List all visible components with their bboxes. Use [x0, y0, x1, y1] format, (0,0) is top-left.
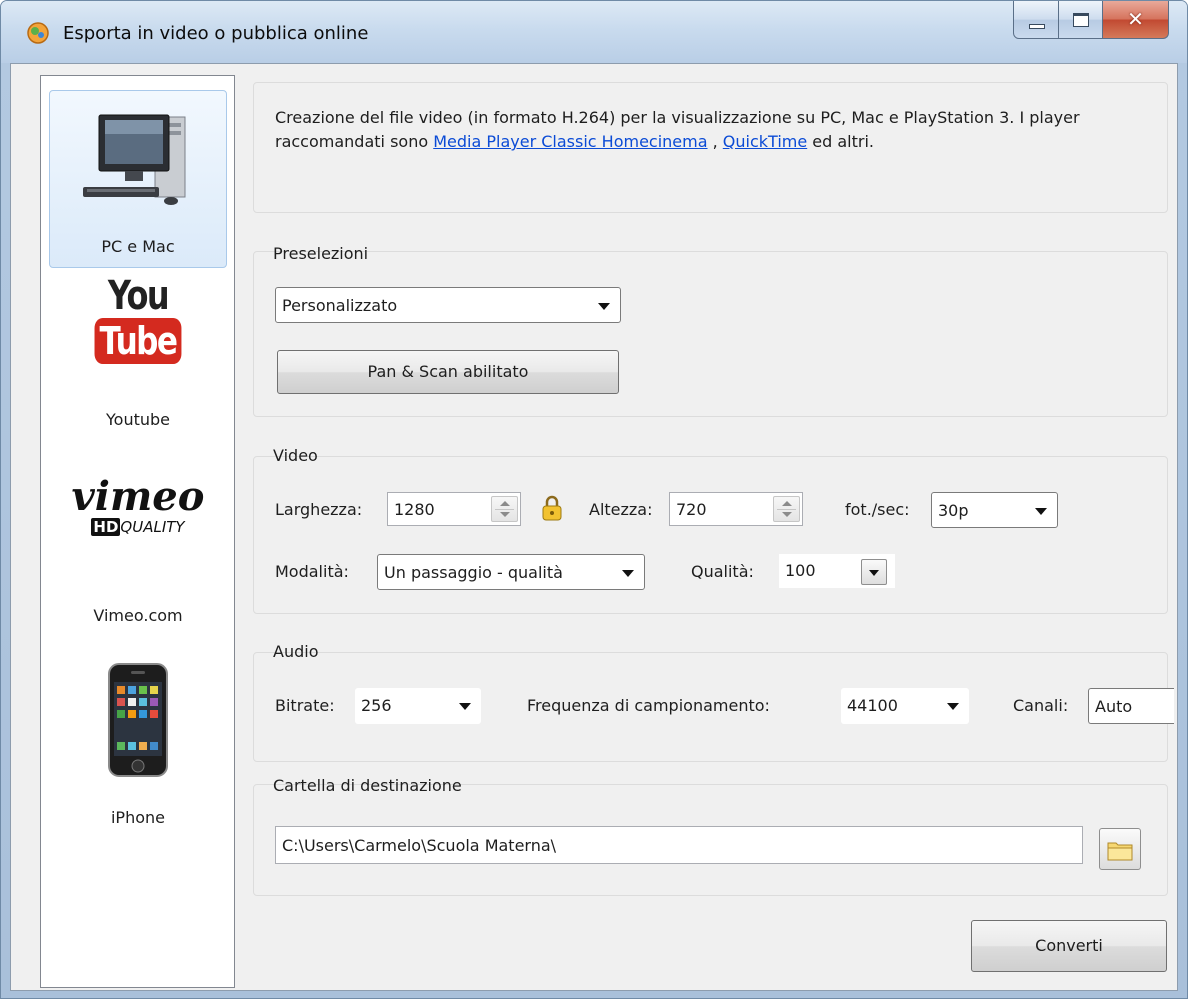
video-title: Video	[273, 446, 318, 465]
fps-value: 30p	[938, 501, 969, 520]
channels-value: Auto	[1095, 697, 1133, 716]
vimeo-logo: vimeo HD QUALITY	[49, 474, 227, 536]
chevron-down-icon	[598, 303, 610, 310]
window-title: Esporta in video o pubblica online	[63, 23, 369, 44]
preset-select[interactable]: Personalizzato	[275, 287, 621, 323]
height-label: Altezza:	[589, 500, 653, 519]
chevron-down-icon	[459, 703, 471, 710]
youtube-logo: You Tube	[49, 274, 227, 364]
title-bar[interactable]: Esporta in video o pubblica online ✕	[1, 1, 1187, 63]
height-value: 720	[676, 500, 707, 519]
link-media-player-classic[interactable]: Media Player Classic Homecinema	[433, 132, 707, 151]
description-sep: ,	[707, 132, 718, 151]
target-vimeo[interactable]: vimeo HD QUALITY Vimeo.com	[49, 472, 227, 652]
dialog-body: PC e Mac You Tube Youtube vimeo HD QUALIT…	[10, 63, 1178, 991]
preset-select-value: Personalizzato	[282, 296, 398, 315]
width-spin-buttons[interactable]	[491, 496, 518, 522]
folder-icon	[1107, 842, 1133, 861]
spin-up-icon	[782, 501, 792, 506]
convert-button[interactable]: Converti	[971, 920, 1167, 972]
target-label: PC e Mac	[101, 237, 175, 256]
vimeo-quality-text: QUALITY	[120, 518, 185, 536]
target-label: Youtube	[106, 410, 170, 429]
destination-path-input[interactable]: C:\Users\Carmelo\Scuola Materna\	[275, 826, 1083, 864]
youtube-logo-you: You	[107, 273, 170, 319]
channels-select[interactable]: Auto	[1088, 688, 1174, 724]
width-value: 1280	[394, 500, 435, 519]
destination-path-value: C:\Users\Carmelo\Scuola Materna\	[282, 836, 557, 855]
link-quicktime[interactable]: QuickTime	[723, 132, 807, 151]
mode-value: Un passaggio - qualità	[384, 563, 563, 582]
close-icon: ✕	[1127, 7, 1144, 31]
mode-label: Modalità:	[275, 562, 349, 581]
fps-label: fot./sec:	[845, 500, 910, 519]
audio-title: Audio	[273, 642, 319, 661]
quality-select[interactable]: 100	[779, 554, 895, 588]
window-controls: ✕	[1013, 1, 1169, 41]
close-button[interactable]: ✕	[1103, 1, 1169, 39]
target-list: PC e Mac You Tube Youtube vimeo HD QUALIT…	[40, 75, 235, 988]
height-spin-buttons[interactable]	[773, 496, 800, 522]
video-group	[253, 456, 1168, 614]
presets-title: Preselezioni	[273, 244, 369, 263]
mode-select[interactable]: Un passaggio - qualità	[377, 554, 645, 590]
quality-value: 100	[785, 561, 816, 580]
description-text: Creazione del file video (in formato H.2…	[275, 106, 1145, 154]
chevron-down-icon	[869, 570, 879, 576]
quality-dropdown-button[interactable]	[861, 559, 887, 585]
description-end: ed altri.	[807, 132, 875, 151]
quality-label: Qualità:	[691, 562, 754, 581]
width-stepper[interactable]: 1280	[387, 492, 521, 526]
spin-down-icon	[782, 512, 792, 517]
destination-title: Cartella di destinazione	[273, 776, 462, 795]
sample-rate-select[interactable]: 44100	[841, 688, 969, 724]
bitrate-value: 256	[361, 696, 392, 715]
spin-down-icon	[500, 512, 510, 517]
maximize-button[interactable]	[1059, 1, 1103, 39]
target-label: iPhone	[110, 808, 165, 827]
sample-rate-value: 44100	[847, 696, 898, 715]
export-window: Esporta in video o pubblica online ✕ PC …	[0, 0, 1188, 999]
target-pc-mac[interactable]: PC e Mac	[49, 90, 227, 268]
chevron-down-icon	[622, 570, 634, 577]
fps-select[interactable]: 30p	[931, 492, 1058, 528]
youtube-logo-tube: Tube	[94, 318, 182, 364]
app-icon	[27, 22, 49, 44]
target-iphone[interactable]: iPhone	[49, 662, 227, 842]
desktop-computer-icon	[83, 114, 186, 205]
vimeo-logo-word: vimeo	[71, 473, 205, 520]
aspect-lock-icon[interactable]	[541, 494, 563, 522]
minimize-button[interactable]	[1013, 1, 1059, 39]
chevron-down-icon	[1035, 508, 1047, 515]
sample-rate-label: Frequenza di campionamento:	[527, 696, 770, 715]
target-youtube[interactable]: You Tube Youtube	[49, 272, 227, 462]
target-label: Vimeo.com	[93, 606, 183, 625]
maximize-icon	[1073, 13, 1089, 27]
minimize-icon	[1029, 24, 1045, 29]
browse-folder-button[interactable]	[1099, 828, 1141, 870]
channels-label: Canali:	[1013, 696, 1069, 715]
width-label: Larghezza:	[275, 500, 363, 519]
vimeo-hd-badge: HD	[91, 518, 121, 536]
bitrate-label: Bitrate:	[275, 696, 335, 715]
iphone-icon	[108, 663, 168, 777]
spin-up-icon	[500, 501, 510, 506]
pan-scan-button[interactable]: Pan & Scan abilitato	[277, 350, 619, 394]
chevron-down-icon	[947, 703, 959, 710]
bitrate-select[interactable]: 256	[355, 688, 481, 724]
vimeo-hd-quality: HD QUALITY	[49, 518, 227, 536]
height-stepper[interactable]: 720	[669, 492, 803, 526]
